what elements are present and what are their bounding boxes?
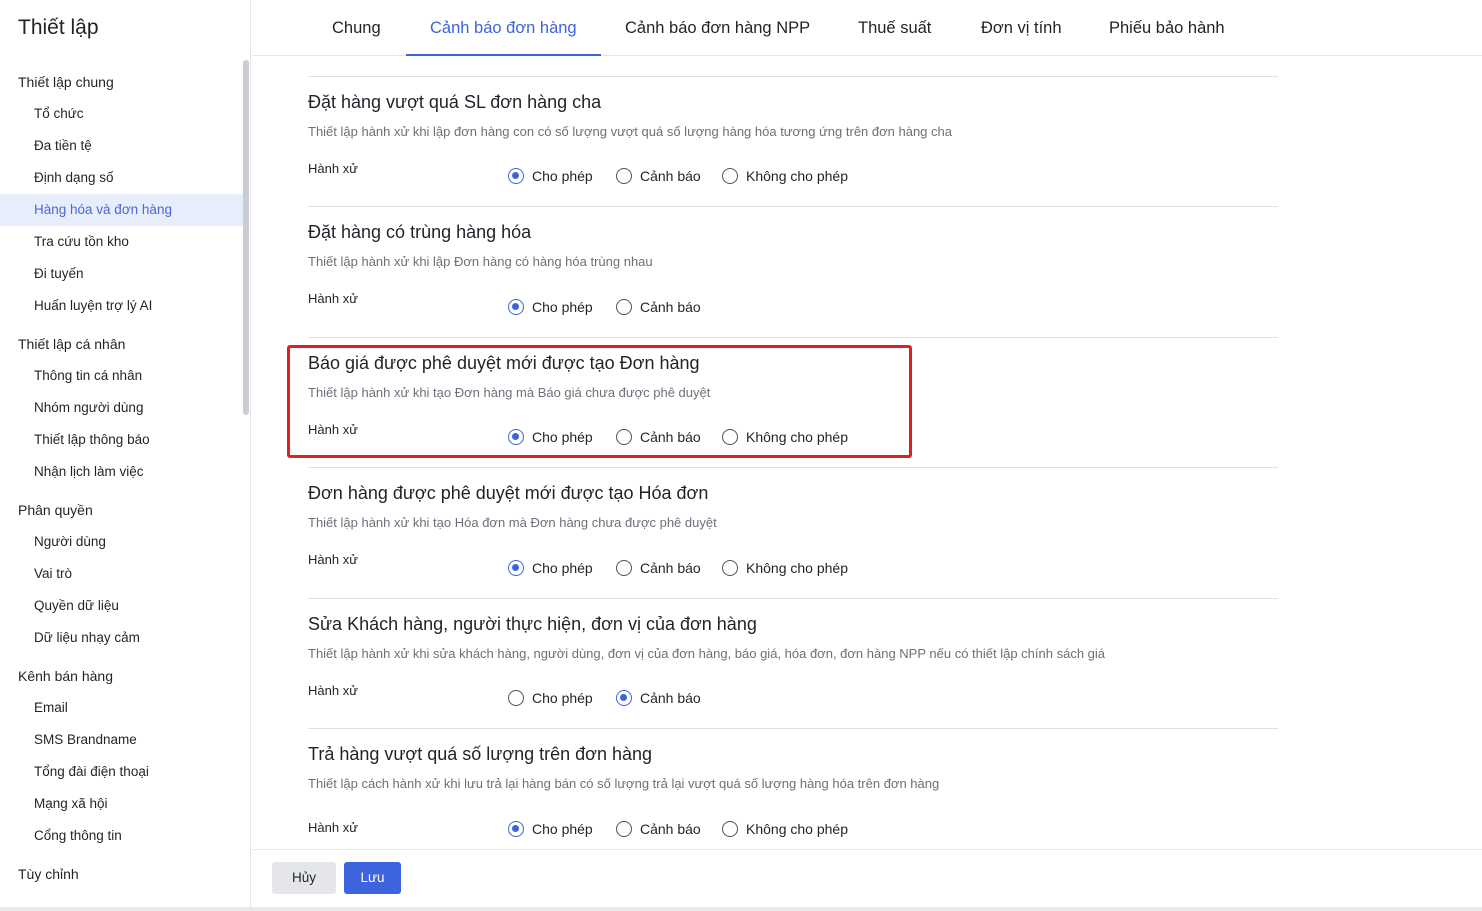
- group-customize: Tùy chỉnh: [18, 866, 79, 882]
- radio-warn[interactable]: Cảnh báo: [616, 559, 701, 577]
- radio-warn[interactable]: Cảnh báo: [616, 298, 701, 316]
- setting-approved-order-to-invoice: Đơn hàng được phê duyệt mới được tạo Hóa…: [308, 467, 1278, 598]
- radio-warn[interactable]: Cảnh báo: [616, 428, 701, 446]
- radio-unchecked-icon: [616, 168, 632, 184]
- tab-general[interactable]: Chung: [332, 0, 381, 56]
- setting-description: Thiết lập hành xử khi lập đơn hàng con c…: [308, 124, 952, 139]
- radio-deny[interactable]: Không cho phép: [722, 167, 848, 185]
- radio-allow[interactable]: Cho phép: [508, 820, 593, 838]
- sidebar-nav: Thiết lập chung Tổ chức Đa tiền tệ Định …: [0, 60, 244, 890]
- radio-allow[interactable]: Cho phép: [508, 559, 593, 577]
- radio-warn[interactable]: Cảnh báo: [616, 820, 701, 838]
- setting-title: Đặt hàng có trùng hàng hóa: [308, 222, 532, 242]
- sidebar-item-sensitive-data[interactable]: Dữ liệu nhạy cảm: [0, 622, 244, 654]
- setting-title: Đơn hàng được phê duyệt mới được tạo Hóa…: [308, 483, 709, 503]
- radio-deny[interactable]: Không cho phép: [722, 559, 848, 577]
- group-general: Thiết lập chung: [18, 74, 114, 90]
- sidebar-item-roles[interactable]: Vai trò: [0, 558, 244, 590]
- sidebar-scrollbar[interactable]: [243, 60, 249, 415]
- tab-tax-rate[interactable]: Thuế suất: [858, 0, 931, 56]
- radio-checked-icon: [508, 299, 524, 315]
- radio-checked-icon: [616, 690, 632, 706]
- settings-tabs: Chung Cảnh báo đơn hàng Cảnh báo đơn hàn…: [252, 0, 1482, 56]
- sidebar-item-users[interactable]: Người dùng: [0, 526, 244, 558]
- sidebar-item-call-center[interactable]: Tổng đài điện thoại: [0, 756, 244, 788]
- sidebar-item-ai-training[interactable]: Huấn luyện trợ lý AI: [0, 290, 244, 322]
- window-bottom-edge: [0, 907, 1482, 911]
- radio-checked-icon: [508, 560, 524, 576]
- sidebar-item-data-permissions[interactable]: Quyền dữ liệu: [0, 590, 244, 622]
- radio-checked-icon: [508, 821, 524, 837]
- radio-unchecked-icon: [722, 168, 738, 184]
- setting-edit-customer-owner-unit: Sửa Khách hàng, người thực hiện, đơn vị …: [308, 598, 1278, 728]
- setting-label: Hành xử: [308, 683, 358, 698]
- sidebar-item-personal-info[interactable]: Thông tin cá nhân: [0, 360, 244, 392]
- group-permissions: Phân quyền: [18, 502, 93, 518]
- sidebar-item-products-orders[interactable]: Hàng hóa và đơn hàng: [0, 194, 244, 226]
- radio-unchecked-icon: [722, 560, 738, 576]
- group-sales-channels: Kênh bán hàng: [18, 668, 113, 684]
- setting-title: Trả hàng vượt quá số lượng trên đơn hàng: [308, 744, 653, 764]
- sidebar-item-work-schedule[interactable]: Nhận lịch làm việc: [0, 456, 244, 488]
- radio-allow[interactable]: Cho phép: [508, 689, 593, 707]
- sidebar-item-routing[interactable]: Đi tuyến: [0, 258, 244, 290]
- setting-label: Hành xử: [308, 291, 358, 306]
- settings-page: Thiết lập Thiết lập chung Tổ chức Đa tiề…: [0, 0, 1482, 911]
- setting-exceed-parent-order: Đặt hàng vượt quá SL đơn hàng cha Thiết …: [308, 76, 1278, 206]
- radio-warn[interactable]: Cảnh báo: [616, 689, 701, 707]
- radio-unchecked-icon: [508, 690, 524, 706]
- radio-allow[interactable]: Cho phép: [508, 167, 593, 185]
- setting-description: Thiết lập cách hành xử khi lưu trả lại h…: [308, 776, 940, 791]
- sidebar-item-user-groups[interactable]: Nhóm người dùng: [0, 392, 244, 424]
- settings-content: Đặt hàng vượt quá SL đơn hàng cha Thiết …: [252, 57, 1482, 849]
- setting-description: Thiết lập hành xử khi tạo Hóa đơn mà Đơn…: [308, 515, 717, 530]
- cancel-button[interactable]: Hủy: [272, 862, 336, 894]
- sidebar-title: Thiết lập: [18, 16, 99, 39]
- radio-checked-icon: [508, 168, 524, 184]
- action-footer: Hủy Lưu: [252, 849, 1482, 907]
- sidebar-item-multi-currency[interactable]: Đa tiền tệ: [0, 130, 244, 162]
- radio-deny[interactable]: Không cho phép: [722, 428, 848, 446]
- radio-unchecked-icon: [616, 821, 632, 837]
- radio-unchecked-icon: [722, 821, 738, 837]
- tab-order-warnings[interactable]: Cảnh báo đơn hàng: [406, 0, 601, 56]
- tab-distributor-order-warnings[interactable]: Cảnh báo đơn hàng NPP: [625, 0, 810, 56]
- radio-allow[interactable]: Cho phép: [508, 428, 593, 446]
- radio-unchecked-icon: [616, 560, 632, 576]
- setting-title: Báo giá được phê duyệt mới được tạo Đơn …: [308, 353, 700, 373]
- setting-duplicate-items: Đặt hàng có trùng hàng hóa Thiết lập hàn…: [308, 206, 1278, 337]
- group-personal: Thiết lập cá nhân: [18, 336, 126, 352]
- setting-description: Thiết lập hành xử khi sửa khách hàng, ng…: [308, 646, 1106, 661]
- setting-title: Đặt hàng vượt quá SL đơn hàng cha: [308, 92, 602, 112]
- radio-warn[interactable]: Cảnh báo: [616, 167, 701, 185]
- radio-unchecked-icon: [616, 429, 632, 445]
- setting-label: Hành xử: [308, 552, 358, 567]
- setting-description: Thiết lập hành xử khi lập Đơn hàng có hà…: [308, 254, 653, 269]
- sidebar-item-portal[interactable]: Cổng thông tin: [0, 820, 244, 852]
- radio-allow[interactable]: Cho phép: [508, 298, 593, 316]
- radio-unchecked-icon: [616, 299, 632, 315]
- setting-return-exceed-order-qty: Trả hàng vượt quá số lượng trên đơn hàng…: [308, 728, 1278, 849]
- setting-description: Thiết lập hành xử khi tạo Đơn hàng mà Bá…: [308, 385, 711, 400]
- sidebar-item-organization[interactable]: Tổ chức: [0, 98, 244, 130]
- sidebar-item-number-format[interactable]: Định dạng số: [0, 162, 244, 194]
- setting-label: Hành xử: [308, 161, 358, 176]
- tab-warranty[interactable]: Phiếu bảo hành: [1109, 0, 1225, 56]
- setting-label: Hành xử: [308, 820, 358, 835]
- setting-label: Hành xử: [308, 422, 358, 437]
- sidebar-item-social-network[interactable]: Mạng xã hội: [0, 788, 244, 820]
- setting-title: Sửa Khách hàng, người thực hiện, đơn vị …: [308, 614, 757, 634]
- sidebar-item-sms-brandname[interactable]: SMS Brandname: [0, 724, 244, 756]
- save-button[interactable]: Lưu: [344, 862, 401, 894]
- radio-deny[interactable]: Không cho phép: [722, 820, 848, 838]
- setting-approved-quote-to-order: Báo giá được phê duyệt mới được tạo Đơn …: [308, 337, 1278, 467]
- settings-sidebar: Thiết lập Thiết lập chung Tổ chức Đa tiề…: [0, 0, 251, 911]
- sidebar-item-email[interactable]: Email: [0, 692, 244, 724]
- radio-unchecked-icon: [722, 429, 738, 445]
- sidebar-item-inventory-lookup[interactable]: Tra cứu tồn kho: [0, 226, 244, 258]
- radio-checked-icon: [508, 429, 524, 445]
- tab-unit[interactable]: Đơn vị tính: [981, 0, 1062, 56]
- sidebar-item-notifications[interactable]: Thiết lập thông báo: [0, 424, 244, 456]
